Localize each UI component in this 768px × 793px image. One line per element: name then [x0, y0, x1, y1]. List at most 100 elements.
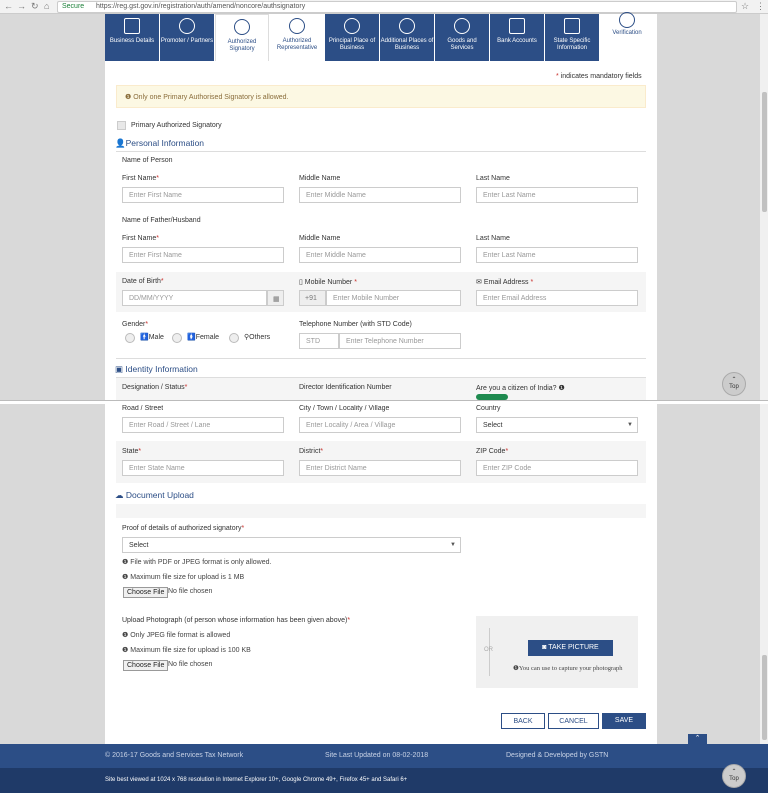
info-icon: ❶ [125, 94, 132, 101]
telephone-input[interactable]: Enter Telephone Number [339, 333, 461, 349]
forward-icon[interactable]: → [17, 1, 26, 11]
tab-bank-accounts[interactable]: Bank Accounts [490, 14, 544, 61]
std-input[interactable]: STD [299, 333, 339, 349]
tab-promoter-partners[interactable]: Promoter / Partners [160, 14, 214, 61]
photo-note-1: ❶ Only JPEG file format is allowed [122, 632, 231, 639]
dob-label: Date of Birth* [122, 278, 164, 285]
proof-label: Proof of details of authorized signatory… [122, 525, 245, 532]
tab-verification[interactable]: Verification [600, 12, 654, 61]
proof-note-2: ❶ Maximum file size for upload is 1 MB [122, 574, 245, 581]
map-pin-icon [344, 18, 360, 34]
district-input[interactable]: Enter District Name [299, 460, 461, 476]
calendar-icon[interactable]: ▦ [267, 290, 284, 306]
tab-principal-place[interactable]: Principal Place of Business [325, 14, 379, 61]
gender-male-radio[interactable] [125, 333, 135, 343]
proof-no-file: No file chosen [168, 588, 213, 595]
primary-signatory-checkbox[interactable] [117, 121, 126, 130]
dob-input[interactable]: DD/MM/YYYY [122, 290, 267, 306]
back-button[interactable]: BACK [501, 713, 545, 729]
browser-toolbar: ← → ↻ ⌂ Secure https://reg.gst.gov.in/re… [0, 0, 768, 14]
scrollbar-thumb[interactable] [762, 92, 767, 212]
tab-authorized-signatory[interactable]: Authorized Signatory [215, 14, 269, 61]
reload-icon[interactable]: ↻ [31, 1, 39, 12]
caret-down-icon: ▼ [450, 542, 456, 548]
middle-name-input[interactable]: Enter Middle Name [299, 187, 461, 203]
country-select[interactable]: Select ▼ [476, 417, 638, 433]
gender-label: Gender* [122, 321, 149, 328]
gender-female-radio[interactable] [172, 333, 182, 343]
home-icon[interactable]: ⌂ [44, 1, 49, 11]
father-middle-name-label: Middle Name [299, 235, 341, 242]
footer-bottom: Site best viewed at 1024 x 768 resolutio… [0, 768, 768, 793]
first-name-label: First Name* [122, 175, 159, 182]
father-last-name-input[interactable]: Enter Last Name [476, 247, 638, 263]
alert-banner: ❶ Only one Primary Authorised Signatory … [116, 85, 646, 108]
screenshot-seam [0, 400, 768, 404]
tab-additional-places[interactable]: Additional Places of Business [380, 14, 434, 61]
gender-others-radio[interactable] [229, 333, 239, 343]
tab-authorized-representative[interactable]: Authorized Representative [270, 14, 324, 61]
cancel-button[interactable]: CANCEL [548, 713, 599, 729]
female-icon: 🚺 [187, 334, 196, 341]
first-name-input[interactable]: Enter First Name [122, 187, 284, 203]
proof-choose-file-button[interactable]: Choose File [123, 587, 169, 598]
scrollbar-thumb-bottom[interactable] [762, 655, 767, 740]
state-input[interactable]: Enter State Name [122, 460, 284, 476]
id-card-icon: ▣ [115, 364, 126, 374]
document-icon [564, 18, 580, 34]
last-name-input[interactable]: Enter Last Name [476, 187, 638, 203]
divider [116, 358, 646, 359]
check-circle-icon [619, 12, 635, 28]
scroll-top-button[interactable]: ⌃ Top [722, 372, 746, 396]
father-last-name-label: Last Name [476, 235, 510, 242]
gender-male-label: 🚹Male [140, 334, 164, 341]
tab-goods-services[interactable]: Goods and Services [435, 14, 489, 61]
email-label: ✉ Email Address * [476, 279, 534, 286]
chevron-up-icon: ⌃ [731, 377, 737, 383]
country-label: Country [476, 405, 501, 412]
representative-icon [289, 18, 305, 34]
document-header-bg [116, 504, 646, 518]
tab-state-specific[interactable]: State Specific Information [545, 14, 599, 61]
city-label: City / Town / Locality / Village [299, 405, 390, 412]
mobile-prefix: +91 [299, 290, 326, 306]
tab-business-details[interactable]: Business Details [105, 14, 159, 61]
browser-menu-icon[interactable]: ⋮ [756, 1, 765, 12]
proof-note-1: ❶ File with PDF or JPEG format is only a… [122, 559, 272, 566]
goods-icon [454, 18, 470, 34]
info-icon: ❶ [122, 559, 131, 566]
district-label: District* [299, 448, 324, 455]
citizen-label: Are you a citizen of India? ❶ [476, 385, 565, 392]
email-input[interactable]: Enter Email Address [476, 290, 638, 306]
take-picture-button[interactable]: ◙ TAKE PICTURE [528, 640, 613, 656]
state-label: State* [122, 448, 142, 455]
mobile-input[interactable]: Enter Mobile Number [326, 290, 461, 306]
save-button[interactable]: SAVE [602, 713, 646, 729]
city-input[interactable]: Enter Locality / Area / Village [299, 417, 461, 433]
address-bar[interactable]: Secure https://reg.gst.gov.in/registrati… [57, 1, 737, 13]
alert-text: Only one Primary Authorised Signatory is… [133, 94, 289, 101]
father-middle-name-input[interactable]: Enter Middle Name [299, 247, 461, 263]
father-first-name-input[interactable]: Enter First Name [122, 247, 284, 263]
citizen-toggle[interactable] [476, 394, 508, 400]
proof-select[interactable]: Select ▼ [122, 537, 461, 553]
gender-others-label: ⚲Others [244, 334, 271, 341]
scroll-top-button-bottom[interactable]: ⌃ Top [722, 764, 746, 788]
photo-label: Upload Photograph (of person whose infor… [122, 617, 351, 624]
back-icon[interactable]: ← [4, 1, 13, 11]
road-input[interactable]: Enter Road / Street / Lane [122, 417, 284, 433]
info-icon: ❶ [122, 574, 131, 581]
person-icon [179, 18, 195, 34]
or-label: OR [484, 647, 493, 653]
scroll-up-icon[interactable]: ⌃ [688, 734, 707, 744]
designation-label: Designation / Status* [122, 384, 188, 391]
divider [116, 151, 646, 152]
url-text: https://reg.gst.gov.in/registration/auth… [96, 3, 306, 10]
bookmark-star-icon[interactable]: ☆ [741, 1, 749, 12]
zip-input[interactable]: Enter ZIP Code [476, 460, 638, 476]
cloud-upload-icon: ☁ [115, 490, 126, 500]
photo-choose-file-button[interactable]: Choose File [123, 660, 169, 671]
zip-label: ZIP Code* [476, 448, 509, 455]
road-label: Road / Street [122, 405, 164, 412]
identity-info-title: ▣ Identity Information [115, 364, 198, 374]
